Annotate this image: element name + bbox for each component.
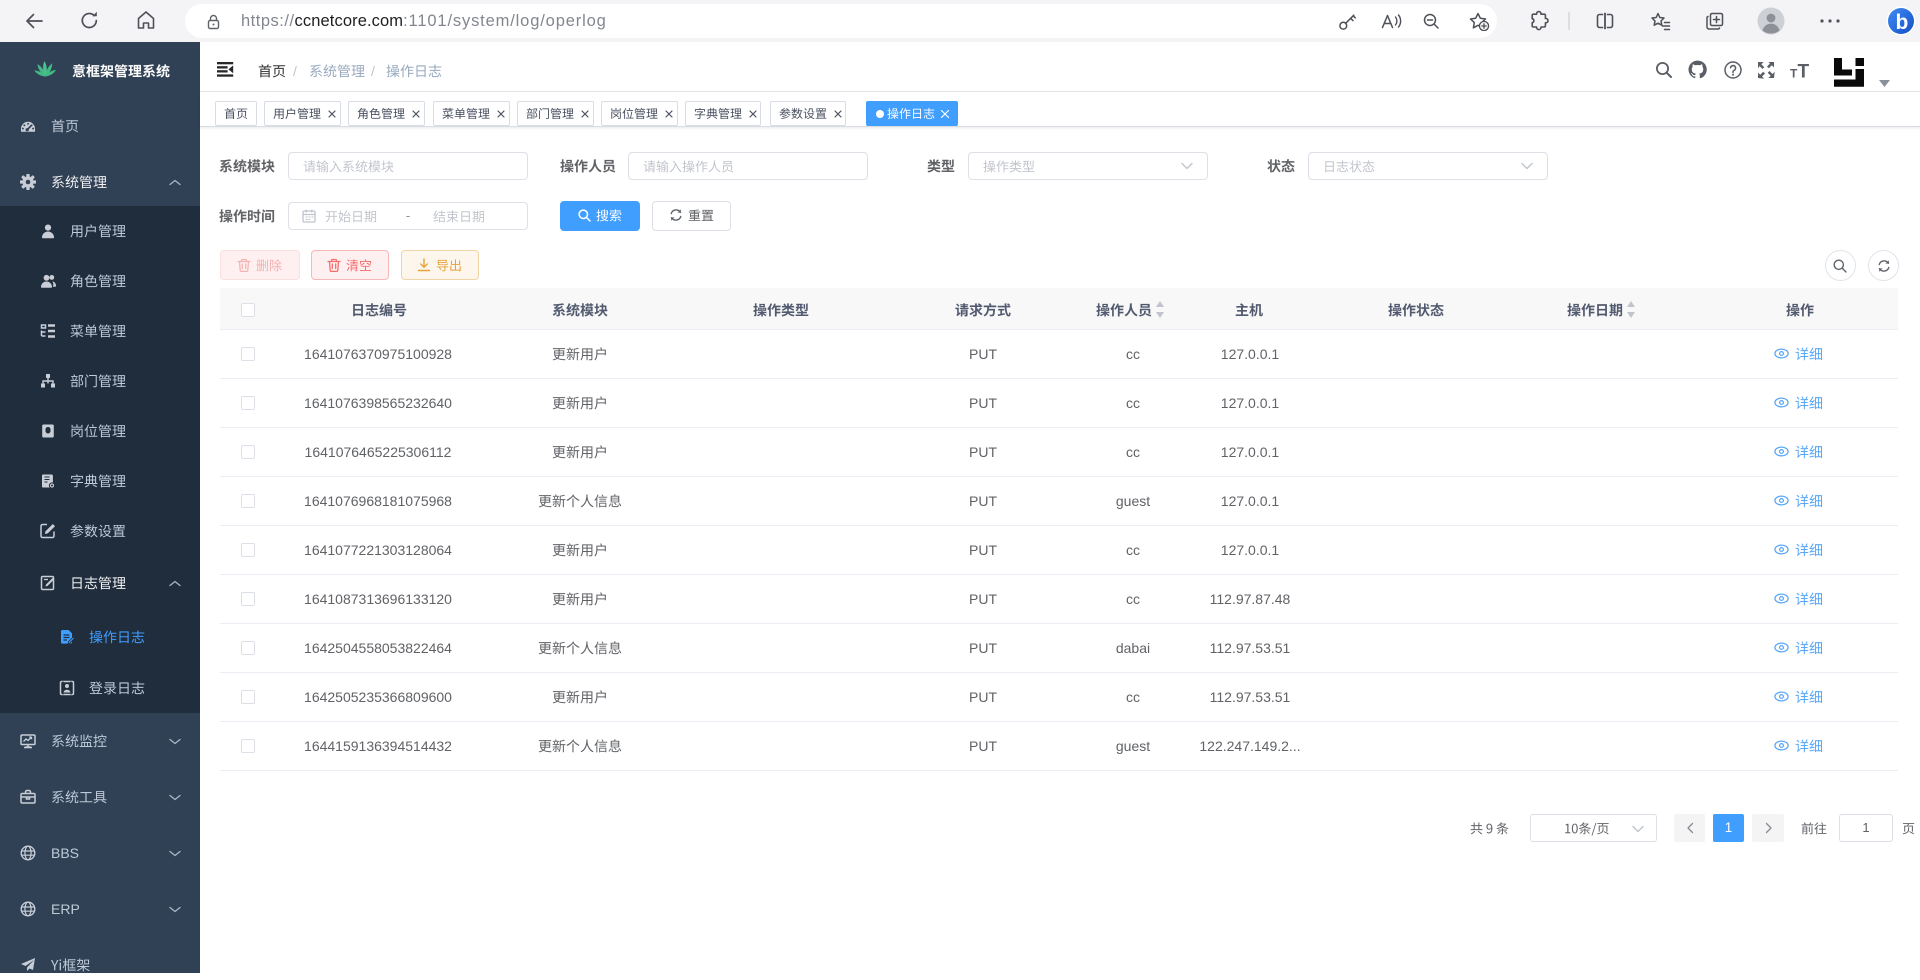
svg-text:T: T (1798, 62, 1810, 78)
svg-text:b: b (1896, 11, 1909, 34)
